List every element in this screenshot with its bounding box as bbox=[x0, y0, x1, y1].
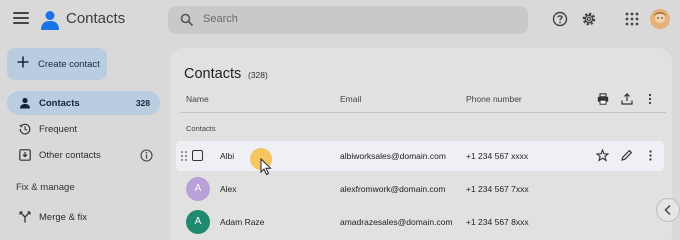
contact-avatar: A bbox=[186, 210, 210, 234]
contacts-window: Contacts Search Create contact Contacts … bbox=[0, 0, 680, 240]
contacts-count-badge: 328 bbox=[135, 98, 150, 108]
column-header-name[interactable]: Name bbox=[186, 94, 209, 104]
chevron-left-icon bbox=[664, 204, 671, 216]
create-contact-label: Create contact bbox=[38, 59, 100, 70]
page-title-count: (328) bbox=[248, 70, 268, 80]
sidebar-item-label: Other contacts bbox=[39, 150, 101, 161]
sidebar-item-contacts[interactable]: Contacts 328 bbox=[7, 91, 160, 115]
page-title: Contacts bbox=[184, 66, 242, 82]
contact-name: Albi bbox=[220, 151, 235, 161]
contact-email: amadrazesales@domain.com bbox=[340, 217, 453, 227]
sidebar-item-label: Frequent bbox=[39, 124, 78, 135]
header-divider bbox=[180, 112, 666, 113]
contacts-logo-icon bbox=[41, 11, 59, 30]
table-row[interactable]: A Adam Raze amadrazesales@domain.com +1 … bbox=[176, 207, 664, 237]
contact-phone: +1 234 567 7xxx bbox=[466, 184, 529, 194]
menu-icon[interactable] bbox=[13, 12, 29, 26]
contact-name: Adam Raze bbox=[220, 217, 265, 227]
search-icon bbox=[180, 13, 194, 27]
info-icon[interactable] bbox=[140, 149, 153, 162]
create-contact-button[interactable]: Create contact bbox=[7, 48, 107, 80]
collapse-side-panel-button[interactable] bbox=[656, 198, 680, 222]
search-placeholder: Search bbox=[203, 13, 238, 25]
account-avatar[interactable] bbox=[650, 9, 670, 29]
contact-email: alexfromwork@domain.com bbox=[340, 184, 446, 194]
contact-phone: +1 234 567 8xxx bbox=[466, 217, 529, 227]
export-icon[interactable] bbox=[621, 93, 633, 105]
plus-icon bbox=[17, 56, 29, 68]
download-box-icon bbox=[19, 149, 31, 161]
fix-manage-heading: Fix & manage bbox=[16, 182, 75, 193]
drag-handle-icon[interactable] bbox=[180, 150, 188, 162]
star-icon[interactable] bbox=[596, 149, 609, 162]
contact-email: albiworksales@domain.com bbox=[340, 151, 446, 161]
sidebar-item-label: Contacts bbox=[39, 98, 80, 109]
merge-icon bbox=[19, 211, 31, 223]
contact-phone: +1 234 567 xxxx bbox=[466, 151, 529, 161]
edit-pencil-icon[interactable] bbox=[620, 149, 633, 162]
sidebar-item-other-contacts[interactable]: Other contacts bbox=[7, 143, 160, 167]
row-more-vert-icon[interactable] bbox=[644, 149, 657, 162]
person-icon bbox=[20, 97, 30, 109]
contacts-group-label: Contacts bbox=[186, 124, 216, 133]
sidebar-item-label: Merge & fix bbox=[39, 212, 88, 223]
sidebar-item-frequent[interactable]: Frequent bbox=[7, 117, 160, 141]
table-row[interactable]: A Alex alexfromwork@domain.com +1 234 56… bbox=[176, 174, 664, 204]
column-header-email: Email bbox=[340, 94, 362, 104]
apps-grid-icon[interactable] bbox=[624, 11, 640, 27]
contact-name: Alex bbox=[220, 184, 237, 194]
more-vert-icon[interactable] bbox=[644, 93, 656, 105]
contact-avatar: A bbox=[186, 177, 210, 201]
gear-icon[interactable] bbox=[581, 11, 597, 27]
mouse-pointer-icon bbox=[260, 158, 272, 176]
print-icon[interactable] bbox=[597, 93, 609, 105]
help-icon[interactable] bbox=[552, 11, 568, 27]
search-input[interactable]: Search bbox=[168, 6, 528, 34]
account-avatar-icon bbox=[650, 9, 670, 29]
column-header-phone: Phone number bbox=[466, 94, 522, 104]
sidebar-item-merge-fix[interactable]: Merge & fix bbox=[7, 205, 160, 229]
app-title: Contacts bbox=[66, 10, 126, 27]
row-checkbox[interactable] bbox=[192, 150, 203, 161]
history-icon bbox=[19, 123, 31, 135]
